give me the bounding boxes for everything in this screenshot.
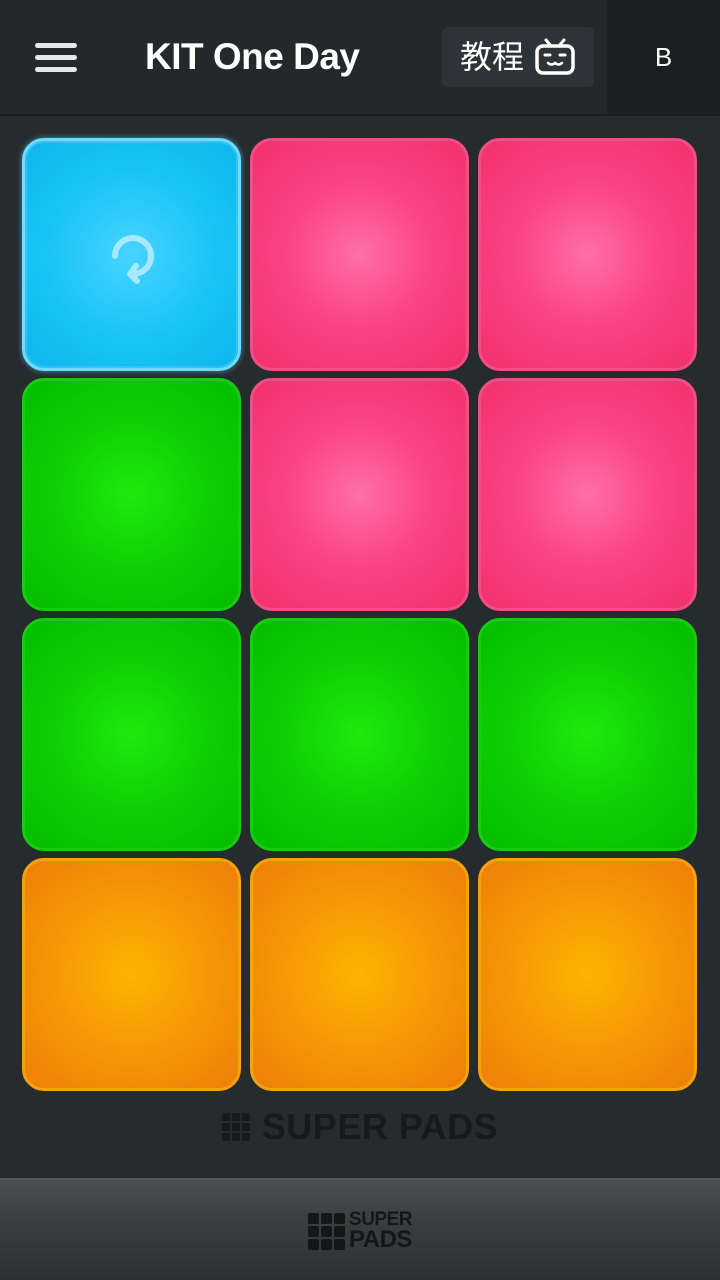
pad-10-orange[interactable] bbox=[22, 858, 241, 1091]
pad-11-orange[interactable] bbox=[250, 858, 469, 1091]
banner-logo: SUPER PADS bbox=[308, 1210, 412, 1253]
user-account-button[interactable]: B bbox=[607, 0, 720, 114]
pad-8-green[interactable] bbox=[250, 618, 469, 851]
pad-3-pink[interactable] bbox=[478, 138, 697, 371]
pad-4-green[interactable] bbox=[22, 378, 241, 611]
pad-2-pink[interactable] bbox=[250, 138, 469, 371]
pad-1-blue[interactable] bbox=[22, 138, 241, 371]
user-initial: B bbox=[654, 41, 673, 72]
top-bar: KIT One Day 教程 B bbox=[0, 0, 720, 116]
hamburger-icon bbox=[35, 42, 77, 48]
pad-12-orange[interactable] bbox=[478, 858, 697, 1091]
pad-9-green[interactable] bbox=[478, 618, 697, 851]
banner-word-pads: PADS bbox=[349, 1226, 412, 1253]
tutorial-label: 教程 bbox=[459, 38, 524, 76]
pad-7-green[interactable] bbox=[22, 618, 241, 851]
pad-grid bbox=[22, 138, 698, 1092]
hamburger-icon-line bbox=[35, 54, 77, 60]
menu-button[interactable] bbox=[24, 32, 88, 82]
super-pads-app: KIT One Day 教程 B SUPER PADS SUPER PADS bbox=[0, 0, 720, 1280]
banner-pads-grid-icon bbox=[308, 1212, 346, 1250]
brand-watermark: SUPER PADS bbox=[0, 1102, 720, 1152]
tutorial-button[interactable]: 教程 bbox=[442, 27, 594, 87]
pad-5-pink[interactable] bbox=[250, 378, 469, 611]
bilibili-tv-icon bbox=[535, 38, 575, 75]
brand-text: SUPER PADS bbox=[261, 1106, 499, 1147]
banner-words: SUPER PADS bbox=[349, 1210, 412, 1253]
kit-title[interactable]: KIT One Day bbox=[145, 30, 360, 84]
hamburger-icon-line bbox=[35, 66, 77, 72]
loop-icon bbox=[111, 234, 154, 284]
pads-grid-icon bbox=[221, 1113, 250, 1141]
pad-6-pink[interactable] bbox=[478, 378, 697, 611]
bottom-banner[interactable]: SUPER PADS bbox=[0, 1178, 720, 1280]
